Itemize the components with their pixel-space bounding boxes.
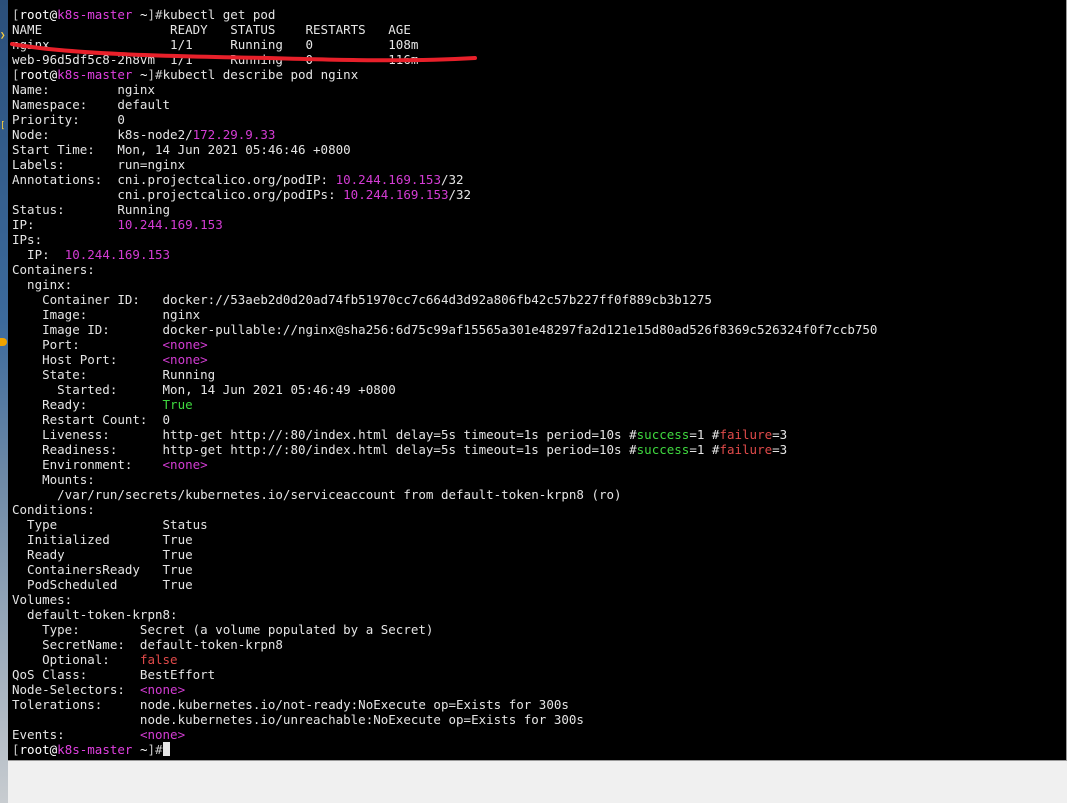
pod-table-row: nginx 1/1 Running 0 108m <box>12 37 419 52</box>
pod-table-row: web-96d5df5c8-2h8vm 1/1 Running 0 116m <box>12 52 419 67</box>
terminal-output: [root@k8s-master ~]#kubectl get pod NAME… <box>12 7 877 757</box>
terminal-window[interactable]: [root@k8s-master ~]#kubectl get pod NAME… <box>8 0 1067 761</box>
describe-priority: Priority: 0 <box>12 112 125 127</box>
volume-name: default-token-krpn8: <box>12 607 178 622</box>
describe-node: Node: k8s-node2/172.29.9.33 <box>12 127 276 142</box>
describe-ips: IPs: <box>12 232 43 247</box>
prompt-line: [root@k8s-master ~]#kubectl describe pod… <box>12 67 359 82</box>
conditions-header: Type Status <box>12 517 208 532</box>
prompt-hostname: k8s-master <box>57 742 133 757</box>
container-host-port: Host Port: <none> <box>12 352 208 367</box>
condition-row: Ready True <box>12 547 193 562</box>
window-background <box>8 761 1067 803</box>
terminal-cursor <box>162 742 170 756</box>
describe-events: Events: <none> <box>12 727 186 742</box>
describe-status: Status: Running <box>12 202 171 217</box>
condition-row: ContainersReady True <box>12 562 193 577</box>
describe-start-time: Start Time: Mon, 14 Jun 2021 05:46:46 +0… <box>12 142 351 157</box>
prompt-line: [root@k8s-master ~]#kubectl get pod <box>12 7 276 22</box>
pod-table-header: NAME READY STATUS RESTARTS AGE <box>12 22 411 37</box>
container-name: nginx: <box>12 277 73 292</box>
container-mount-path: /var/run/secrets/kubernetes.io/serviceac… <box>12 487 622 502</box>
condition-row: Initialized True <box>12 532 193 547</box>
container-image-id: Image ID: docker-pullable://nginx@sha256… <box>12 322 878 337</box>
volume-type: Type: Secret (a volume populated by a Se… <box>12 622 434 637</box>
left-window-strip: ❯ [ <box>0 0 8 803</box>
describe-conditions: Conditions: <box>12 502 95 517</box>
prompt-line[interactable]: [root@k8s-master ~]# <box>12 742 877 757</box>
describe-namespace: Namespace: default <box>12 97 171 112</box>
describe-tolerations: Tolerations: node.kubernetes.io/not-read… <box>12 697 569 712</box>
node-ip: 172.29.9.33 <box>192 127 276 142</box>
describe-qos-class: QoS Class: BestEffort <box>12 667 216 682</box>
container-restart-count: Restart Count: 0 <box>12 412 171 427</box>
sidebar-bracket-icon: [ <box>0 121 6 131</box>
container-state: State: Running <box>12 367 216 382</box>
describe-ips-ip: IP: 10.244.169.153 <box>12 247 171 262</box>
sidebar-status-dot-icon <box>0 338 7 346</box>
describe-node-selectors: Node-Selectors: <none> <box>12 682 186 697</box>
describe-ip: IP: 10.244.169.153 <box>12 217 223 232</box>
describe-labels: Labels: run=nginx <box>12 157 186 172</box>
volume-secret-name: SecretName: default-token-krpn8 <box>12 637 283 652</box>
volume-optional: Optional: false <box>12 652 178 667</box>
container-started: Started: Mon, 14 Jun 2021 05:46:49 +0800 <box>12 382 396 397</box>
container-id: Container ID: docker://53aeb2d0d20ad74fb… <box>12 292 712 307</box>
prompt-hostname: k8s-master <box>57 7 133 22</box>
container-readiness: Readiness: http-get http://:80/index.htm… <box>12 442 788 457</box>
container-ready: Ready: True <box>12 397 193 412</box>
container-environment: Environment: <none> <box>12 457 208 472</box>
container-port: Port: <none> <box>12 337 208 352</box>
prompt-hostname: k8s-master <box>57 67 133 82</box>
sidebar-chevron-icon: ❯ <box>0 31 6 41</box>
describe-containers: Containers: <box>12 262 95 277</box>
describe-name: Name: nginx <box>12 82 155 97</box>
condition-row: PodScheduled True <box>12 577 193 592</box>
describe-annotation-podips: cni.projectcalico.org/podIPs: 10.244.169… <box>12 187 472 202</box>
describe-annotation-podip: Annotations: cni.projectcalico.org/podIP… <box>12 172 464 187</box>
container-mounts: Mounts: <box>12 472 95 487</box>
container-liveness: Liveness: http-get http://:80/index.html… <box>12 427 788 442</box>
command-text: kubectl describe pod nginx <box>162 67 359 82</box>
container-image: Image: nginx <box>12 307 201 322</box>
describe-volumes: Volumes: <box>12 592 73 607</box>
command-text: kubectl get pod <box>162 7 276 22</box>
describe-tolerations: node.kubernetes.io/unreachable:NoExecute… <box>12 712 584 727</box>
